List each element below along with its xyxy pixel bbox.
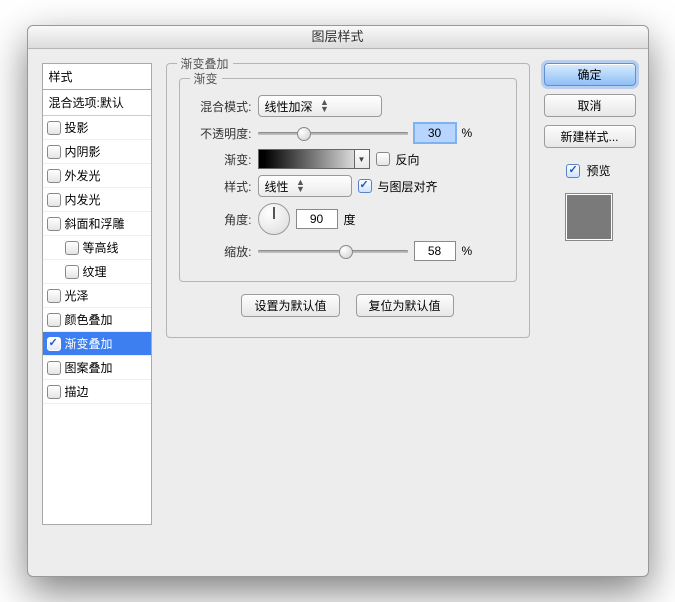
- ok-button[interactable]: 确定: [544, 63, 636, 86]
- style-select[interactable]: 线性 ▲▼: [258, 175, 352, 197]
- preview-swatch: [565, 193, 613, 241]
- angle-label: 角度:: [192, 211, 252, 228]
- style-item-label: 图案叠加: [65, 359, 113, 376]
- style-item-6[interactable]: 纹理: [43, 260, 151, 284]
- style-item-label: 颜色叠加: [65, 311, 113, 328]
- style-item-checkbox[interactable]: [47, 145, 61, 159]
- blend-mode-select[interactable]: 线性加深 ▲▼: [258, 95, 382, 117]
- style-list: 样式 混合选项:默认 投影内阴影外发光内发光斜面和浮雕等高线纹理光泽颜色叠加渐变…: [42, 63, 152, 525]
- style-item-label: 等高线: [83, 239, 119, 256]
- style-item-checkbox[interactable]: [47, 193, 61, 207]
- reverse-checkbox[interactable]: [376, 152, 390, 166]
- gradient-overlay-group: 渐变叠加 渐变 混合模式: 线性加深 ▲▼ 不透明度:: [166, 63, 530, 338]
- style-item-checkbox[interactable]: [47, 169, 61, 183]
- scale-slider[interactable]: [258, 243, 408, 259]
- chevron-updown-icon: ▲▼: [319, 99, 331, 113]
- style-item-11[interactable]: 描边: [43, 380, 151, 404]
- style-item-10[interactable]: 图案叠加: [43, 356, 151, 380]
- align-label: 与图层对齐: [378, 178, 438, 195]
- style-item-checkbox[interactable]: [47, 313, 61, 327]
- angle-dial[interactable]: [258, 203, 290, 235]
- blend-mode-label: 混合模式:: [192, 98, 252, 115]
- scale-label: 缩放:: [192, 243, 252, 260]
- style-item-checkbox[interactable]: [47, 361, 61, 375]
- layer-style-dialog: 图层样式 样式 混合选项:默认 投影内阴影外发光内发光斜面和浮雕等高线纹理光泽颜…: [27, 25, 649, 577]
- style-item-5[interactable]: 等高线: [43, 236, 151, 260]
- window-title: 图层样式: [28, 26, 648, 49]
- reset-default-button[interactable]: 复位为默认值: [356, 294, 454, 317]
- preview-label: 预览: [586, 162, 610, 179]
- scale-unit: %: [462, 244, 473, 258]
- style-item-label: 内发光: [65, 191, 101, 208]
- style-item-label: 光泽: [65, 287, 89, 304]
- style-item-label: 描边: [65, 383, 89, 400]
- style-item-7[interactable]: 光泽: [43, 284, 151, 308]
- opacity-input[interactable]: 30: [414, 123, 456, 143]
- style-item-label: 斜面和浮雕: [65, 215, 125, 232]
- gradient-inner-group: 渐变 混合模式: 线性加深 ▲▼ 不透明度:: [179, 78, 517, 282]
- style-item-checkbox[interactable]: [47, 337, 61, 351]
- style-item-label: 渐变叠加: [65, 335, 113, 352]
- preview-checkbox[interactable]: [566, 164, 580, 178]
- reverse-label: 反向: [396, 151, 420, 168]
- style-item-label: 投影: [65, 119, 89, 136]
- opacity-slider[interactable]: [258, 125, 408, 141]
- style-item-9[interactable]: 渐变叠加: [43, 332, 151, 356]
- inner-title: 渐变: [190, 70, 222, 87]
- cancel-button[interactable]: 取消: [544, 94, 636, 117]
- style-item-0[interactable]: 投影: [43, 116, 151, 140]
- opacity-label: 不透明度:: [192, 125, 252, 142]
- align-checkbox[interactable]: [358, 179, 372, 193]
- style-item-checkbox[interactable]: [47, 121, 61, 135]
- gradient-picker[interactable]: ▼: [258, 149, 370, 169]
- opacity-unit: %: [462, 126, 473, 140]
- style-item-checkbox[interactable]: [65, 265, 79, 279]
- scale-input[interactable]: 58: [414, 241, 456, 261]
- style-item-1[interactable]: 内阴影: [43, 140, 151, 164]
- style-item-checkbox[interactable]: [47, 385, 61, 399]
- style-label: 样式:: [192, 178, 252, 195]
- style-item-label: 外发光: [65, 167, 101, 184]
- new-style-button[interactable]: 新建样式...: [544, 125, 636, 148]
- style-item-checkbox[interactable]: [65, 241, 79, 255]
- style-item-3[interactable]: 内发光: [43, 188, 151, 212]
- angle-input[interactable]: 90: [296, 209, 338, 229]
- chevron-updown-icon: ▲▼: [295, 179, 307, 193]
- style-item-label: 纹理: [83, 263, 107, 280]
- blend-mode-value: 线性加深: [265, 98, 313, 115]
- style-item-2[interactable]: 外发光: [43, 164, 151, 188]
- angle-unit: 度: [344, 211, 356, 228]
- style-item-8[interactable]: 颜色叠加: [43, 308, 151, 332]
- style-item-checkbox[interactable]: [47, 289, 61, 303]
- chevron-down-icon[interactable]: ▼: [354, 150, 369, 168]
- style-item-4[interactable]: 斜面和浮雕: [43, 212, 151, 236]
- style-value: 线性: [265, 178, 289, 195]
- style-item-label: 内阴影: [65, 143, 101, 160]
- style-list-header[interactable]: 样式: [43, 64, 151, 90]
- blend-options-row[interactable]: 混合选项:默认: [43, 90, 151, 116]
- set-default-button[interactable]: 设置为默认值: [241, 294, 339, 317]
- style-item-checkbox[interactable]: [47, 217, 61, 231]
- gradient-label: 渐变:: [192, 151, 252, 168]
